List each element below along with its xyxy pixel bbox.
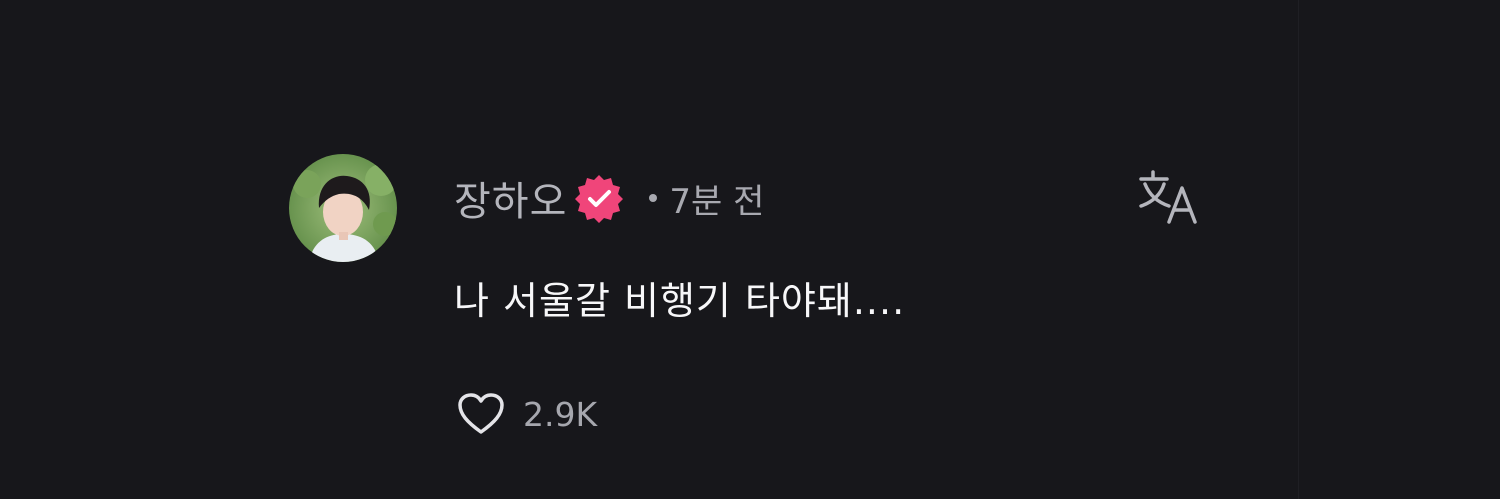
avatar[interactable]	[289, 154, 397, 262]
verified-badge-icon	[573, 172, 625, 224]
time-ago: 7분 전	[669, 181, 765, 222]
avatar-image	[289, 154, 397, 262]
separator-dot	[649, 194, 658, 202]
panel-divider	[1298, 0, 1299, 499]
comment-header: 장하오 7분 전	[454, 168, 764, 228]
like-count: 2.9K	[523, 394, 598, 434]
comment-text: 나 서울갈 비행기 타야돼....	[454, 279, 906, 323]
comment-card: 장하오 7분 전 나 서울갈 비행기 타야돼.... 2.9K	[289, 154, 1209, 444]
heart-icon[interactable]	[457, 392, 505, 436]
author-name[interactable]: 장하오	[454, 169, 567, 227]
comment-actions: 2.9K	[457, 392, 597, 436]
translate-icon[interactable]	[1137, 166, 1203, 226]
